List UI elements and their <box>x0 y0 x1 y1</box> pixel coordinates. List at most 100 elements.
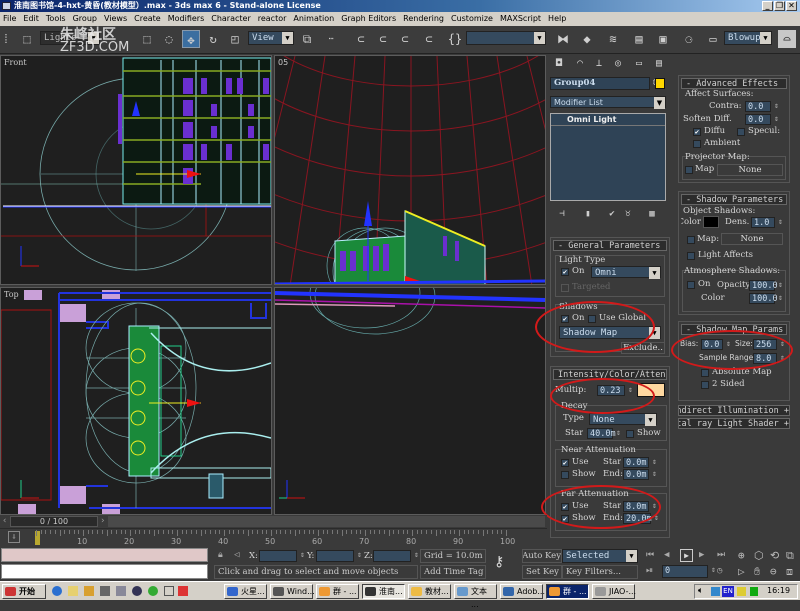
motion-tab-icon[interactable]: ◎ <box>610 55 626 71</box>
select-object-icon[interactable]: ⬚ <box>18 30 36 48</box>
manipulate-icon[interactable]: ⋯ <box>322 30 340 48</box>
ambient-checkbox[interactable] <box>693 140 701 148</box>
maximize-viewport-icon[interactable]: ⧈ <box>786 565 793 579</box>
time-slider[interactable]: ‹ 0 / 100 › <box>0 515 547 528</box>
quicklaunch-icon[interactable] <box>164 586 174 596</box>
quick-render-icon[interactable]: ⌓ <box>778 30 796 48</box>
key-filters-button[interactable]: Key Filters... <box>562 565 638 579</box>
spinner-snap-icon[interactable]: ⊂ <box>420 30 438 48</box>
decay-type-dropdown[interactable]: None ▼ <box>589 413 657 426</box>
taskbar-task[interactable]: 教材... <box>408 584 451 599</box>
quicklaunch-icon[interactable] <box>132 586 142 596</box>
modify-tab-icon[interactable]: ◠ <box>572 55 588 71</box>
object-color-swatch[interactable] <box>655 78 665 89</box>
track-bar[interactable]: ⇩ 10 20 30 40 50 60 70 80 90 100 <box>0 528 547 546</box>
select-and-move-icon[interactable]: ✥ <box>182 30 200 48</box>
schematic-view-icon[interactable]: ▣ <box>654 30 672 48</box>
auto-key-button[interactable]: Auto Key <box>522 549 562 563</box>
diffuse-checkbox[interactable]: ✔ <box>693 128 701 136</box>
close-button[interactable]: ✕ <box>786 1 797 11</box>
mirror-icon[interactable]: ⧓ <box>554 30 572 48</box>
key-mode-dropdown[interactable]: Selected ▼ <box>562 549 638 563</box>
restore-button[interactable]: ❐ <box>774 1 785 11</box>
light-on-checkbox[interactable]: ✔ <box>561 268 569 276</box>
atmosphere-on-checkbox[interactable] <box>687 281 695 289</box>
quicklaunch-icon[interactable] <box>84 586 94 596</box>
taskbar-task[interactable]: JIAO-... <box>592 584 636 599</box>
menu-maxscript[interactable]: MAXScript <box>500 12 541 26</box>
key-mode-toggle-icon[interactable]: ⏯ <box>646 566 653 576</box>
menu-tools[interactable]: Tools <box>46 12 66 26</box>
soften-diffuse-spinner[interactable]: 0.0 <box>745 114 779 125</box>
decay-start-spinner[interactable]: 40.0m <box>587 428 621 439</box>
select-and-scale-icon[interactable]: ◰ <box>226 30 244 48</box>
material-editor-icon[interactable]: ⚆ <box>680 30 698 48</box>
y-coordinate-field[interactable] <box>316 550 362 562</box>
menu-help[interactable]: Help <box>548 12 566 26</box>
zoom-extents-icon[interactable]: ⟲ <box>770 549 779 562</box>
play-icon[interactable]: ▶ <box>680 549 693 562</box>
menu-views[interactable]: Views <box>104 12 127 26</box>
go-to-start-icon[interactable]: ⏮ <box>646 550 654 560</box>
menu-customize[interactable]: Customize <box>451 12 493 26</box>
volume-icon[interactable]: 🔈︎ <box>698 586 703 596</box>
contrast-spinner[interactable]: 0.0 <box>745 101 779 112</box>
light-affects-checkbox[interactable] <box>687 252 695 260</box>
taskbar-task[interactable]: 群 - ... <box>316 584 359 599</box>
macro-recorder-line[interactable] <box>1 548 208 562</box>
decay-show-checkbox[interactable] <box>626 430 634 438</box>
select-by-name-icon[interactable]: ⬚ <box>138 30 156 48</box>
go-to-end-icon[interactable]: ⏭ <box>717 550 725 560</box>
shadow-map-checkbox[interactable] <box>687 236 695 244</box>
pin-stack-icon[interactable]: ⊣ <box>555 205 569 219</box>
tray-app-icon[interactable] <box>750 587 758 596</box>
align-icon[interactable]: ◆ <box>578 30 596 48</box>
menu-graph-editors[interactable]: Graph Editors <box>341 12 396 26</box>
ie-quicklaunch-icon[interactable] <box>52 586 62 596</box>
modifier-stack[interactable]: Omni Light <box>550 113 666 201</box>
taskbar-task-active[interactable]: 群 - ... <box>546 584 589 599</box>
near-show-checkbox[interactable] <box>561 471 569 479</box>
time-slider-track[interactable] <box>108 516 545 527</box>
edit-named-selections-icon[interactable]: {} <box>446 30 464 48</box>
menu-reactor[interactable]: reactor <box>258 12 287 26</box>
mental-ray-indirect-rollout[interactable]: + mental ray Indirect Illumination <box>678 405 790 416</box>
opacity-spinner[interactable]: 100.0 <box>749 280 783 291</box>
x-coordinate-field[interactable] <box>259 550 305 562</box>
zoom-all-icon[interactable]: ⬡ <box>754 549 764 562</box>
menu-animation[interactable]: Animation <box>293 12 334 26</box>
snap-toggle-icon[interactable]: ⊂ <box>352 30 370 48</box>
utilities-tab-icon[interactable]: ▤ <box>651 55 667 71</box>
quicklaunch-icon[interactable] <box>178 586 188 596</box>
hierarchy-tab-icon[interactable]: ⊥ <box>591 55 607 71</box>
render-type-dropdown[interactable]: Blowup ▼ <box>724 31 772 45</box>
viewport-perspective[interactable] <box>274 287 546 515</box>
next-frame-icon[interactable]: ▶ <box>699 550 704 560</box>
zoom-extents-all-icon[interactable]: ⧉ <box>786 549 794 563</box>
time-slider-thumb[interactable]: 0 / 100 <box>10 516 98 527</box>
render-scene-icon[interactable]: ▭ <box>704 30 722 48</box>
zoom-icon[interactable]: ⊕ <box>738 549 745 562</box>
selection-filter-dropdown[interactable]: Lights ▼ <box>40 31 100 45</box>
color-amount-spinner[interactable]: 100.0 <box>749 293 783 304</box>
configure-modifier-sets-icon[interactable]: ▦ <box>645 205 659 219</box>
set-key-button[interactable]: Set Key <box>522 565 562 579</box>
previous-frame-icon[interactable]: ◀ <box>664 550 669 560</box>
absolute-map-checkbox[interactable] <box>701 369 709 377</box>
general-parameters-header[interactable]: - General Parameters <box>553 240 667 251</box>
pan-icon[interactable]: ✋︎ <box>754 565 760 579</box>
add-time-tag-button[interactable]: Add Time Tag <box>420 565 486 579</box>
network-icon[interactable] <box>711 587 720 596</box>
specular-checkbox[interactable] <box>737 128 745 136</box>
viewport-top[interactable]: Top <box>0 287 272 515</box>
arc-rotate-icon[interactable]: ⊖ <box>770 565 777 578</box>
near-start-spinner[interactable]: 0.0m <box>623 457 657 468</box>
pivot-center-icon[interactable]: ⧉ <box>298 30 316 48</box>
shadow-parameters-header[interactable]: - Shadow Parameters <box>681 194 787 205</box>
layer-manager-icon[interactable]: ≋ <box>604 30 622 48</box>
object-name-field[interactable]: Group04 <box>550 77 658 90</box>
advanced-effects-header[interactable]: - Advanced Effects <box>681 78 787 89</box>
taskbar-task[interactable]: 淮南... <box>362 584 405 599</box>
menu-modifiers[interactable]: Modifiers <box>168 12 205 26</box>
show-end-result-icon[interactable]: ▮ <box>581 205 595 219</box>
